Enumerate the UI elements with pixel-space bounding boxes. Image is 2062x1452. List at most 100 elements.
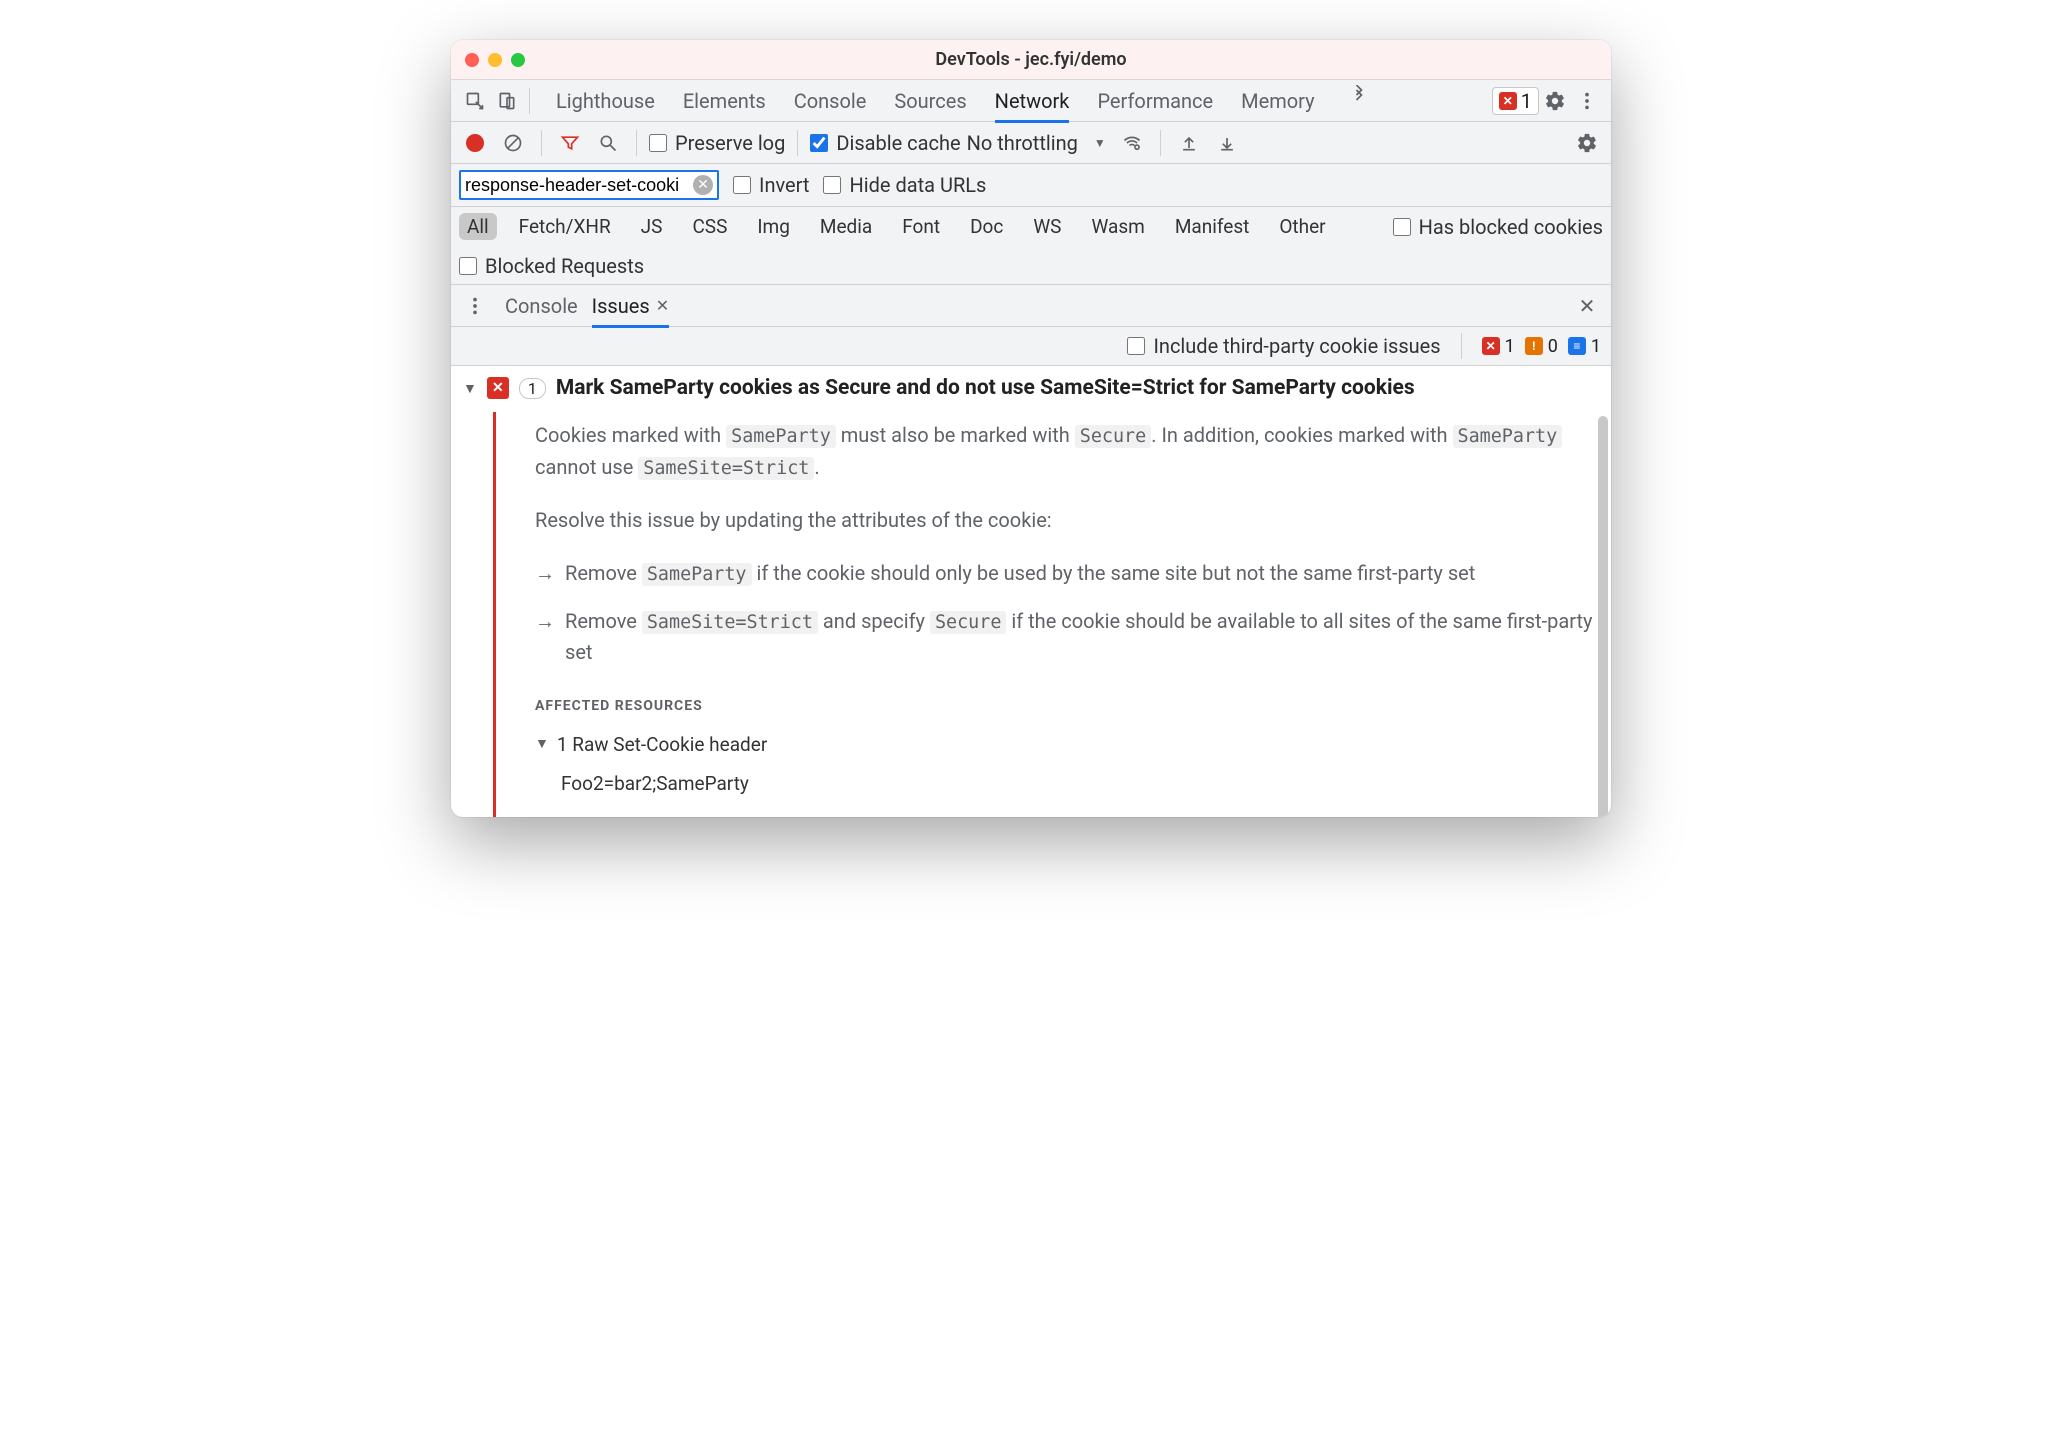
issue-count-badges: ✕ 1 ! 0 ≡ 1 [1482, 336, 1601, 357]
separator [636, 130, 637, 156]
issue-count-pill: 1 [519, 378, 546, 399]
arrow-icon: → [535, 558, 555, 590]
type-other[interactable]: Other [1271, 213, 1333, 240]
affected-value: Foo2=bar2;SameParty [561, 769, 1593, 798]
error-count: 1 [1505, 336, 1515, 357]
has-blocked-label: Has blocked cookies [1419, 215, 1603, 239]
inspect-element-icon[interactable] [459, 86, 491, 116]
download-har-icon[interactable] [1211, 128, 1243, 158]
throttling-value: No throttling [967, 131, 1078, 155]
tab-performance[interactable]: Performance [1097, 80, 1213, 122]
close-drawer-icon[interactable]: ✕ [1571, 291, 1603, 321]
disable-cache-checkbox[interactable]: Disable cache [810, 131, 960, 155]
code-secure: Secure [930, 611, 1006, 634]
network-conditions-icon[interactable] [1116, 128, 1148, 158]
has-blocked-cookies-checkbox[interactable]: Has blocked cookies [1393, 215, 1603, 239]
type-font[interactable]: Font [894, 213, 948, 240]
search-icon[interactable] [592, 128, 624, 158]
disclosure-triangle-icon[interactable]: ▼ [535, 734, 549, 756]
kebab-menu-icon[interactable] [1571, 86, 1603, 116]
window-title: DevTools - jec.fyi/demo [451, 49, 1611, 70]
hide-data-urls-label: Hide data URLs [849, 173, 986, 197]
panel-tab-row: Lighthouse Elements Console Sources Netw… [451, 80, 1611, 122]
error-icon: ✕ [1499, 92, 1517, 110]
disable-cache-label: Disable cache [836, 131, 960, 155]
error-count: 1 [1521, 89, 1532, 113]
record-button[interactable] [459, 128, 491, 158]
more-tabs-icon[interactable] [1343, 80, 1375, 110]
type-all[interactable]: All [459, 213, 497, 240]
code-samesite-strict: SameSite=Strict [638, 457, 814, 480]
tab-console[interactable]: Console [794, 80, 867, 122]
type-media[interactable]: Media [812, 213, 880, 240]
upload-har-icon[interactable] [1173, 128, 1205, 158]
drawer-tab-console[interactable]: Console [505, 285, 578, 327]
tab-memory[interactable]: Memory [1241, 80, 1314, 122]
type-css[interactable]: CSS [684, 213, 735, 240]
affected-resources: ▼ 1 Raw Set-Cookie header Foo2=bar2;Same… [535, 730, 1593, 799]
error-icon: ✕ [487, 377, 509, 399]
include-third-party-checkbox[interactable]: Include third-party cookie issues [1127, 334, 1440, 358]
info-badge[interactable]: ≡ 1 [1568, 336, 1601, 357]
separator [797, 130, 798, 156]
warning-count: 0 [1548, 336, 1558, 357]
blocked-requests-label: Blocked Requests [485, 254, 644, 278]
disclosure-triangle-icon[interactable]: ▼ [463, 380, 477, 397]
type-img[interactable]: Img [749, 213, 798, 240]
close-tab-icon[interactable]: ✕ [656, 296, 669, 315]
tab-network[interactable]: Network [995, 80, 1070, 122]
error-badge[interactable]: ✕ 1 [1482, 336, 1515, 357]
issues-options-row: Include third-party cookie issues ✕ 1 ! … [451, 327, 1611, 366]
drawer-tab-row: Console Issues ✕ ✕ [451, 285, 1611, 327]
zoom-window-button[interactable] [511, 53, 525, 67]
devtools-window: DevTools - jec.fyi/demo Lighthouse Eleme… [451, 40, 1611, 817]
issue-bullet: → Remove SameSite=Strict and specify Sec… [535, 606, 1593, 669]
code-sameparty: SameParty [642, 563, 752, 586]
close-window-button[interactable] [465, 53, 479, 67]
type-wasm[interactable]: Wasm [1083, 213, 1152, 240]
issue-paragraph: Cookies marked with SameParty must also … [535, 420, 1593, 483]
error-count-badge[interactable]: ✕ 1 [1492, 87, 1539, 115]
hide-data-urls-checkbox[interactable]: Hide data URLs [823, 173, 986, 197]
type-ws[interactable]: WS [1025, 213, 1069, 240]
tab-lighthouse[interactable]: Lighthouse [556, 80, 655, 122]
issue-header[interactable]: ▼ ✕ 1 Mark SameParty cookies as Secure a… [463, 376, 1593, 400]
tab-elements[interactable]: Elements [683, 80, 766, 122]
code-samesite-strict: SameSite=Strict [642, 611, 818, 634]
error-icon: ✕ [1482, 337, 1500, 355]
preserve-log-label: Preserve log [675, 131, 785, 155]
drawer-tab-issues[interactable]: Issues ✕ [592, 285, 669, 327]
code-secure: Secure [1075, 425, 1151, 448]
clear-filter-icon[interactable]: ✕ [693, 175, 713, 195]
affected-row[interactable]: ▼ 1 Raw Set-Cookie header [535, 730, 1593, 759]
toggle-device-icon[interactable] [491, 86, 523, 116]
code-sameparty: SameParty [726, 425, 836, 448]
scrollbar[interactable] [1598, 416, 1608, 817]
severity-bar [493, 412, 496, 817]
warning-badge[interactable]: ! 0 [1525, 336, 1558, 357]
filter-icon[interactable] [554, 128, 586, 158]
type-js[interactable]: JS [633, 213, 671, 240]
type-fetch-xhr[interactable]: Fetch/XHR [511, 213, 619, 240]
throttling-select[interactable]: No throttling ▼ [967, 131, 1110, 155]
drawer-menu-icon[interactable] [459, 291, 491, 321]
blocked-requests-checkbox[interactable]: Blocked Requests [459, 254, 644, 278]
code-sameparty: SameParty [1453, 425, 1563, 448]
minimize-window-button[interactable] [488, 53, 502, 67]
issue-paragraph: Resolve this issue by updating the attri… [535, 505, 1593, 536]
clear-icon[interactable] [497, 128, 529, 158]
affected-row-label: 1 Raw Set-Cookie header [557, 730, 767, 759]
invert-checkbox[interactable]: Invert [733, 173, 809, 197]
preserve-log-checkbox[interactable]: Preserve log [649, 131, 785, 155]
network-settings-icon[interactable] [1571, 128, 1603, 158]
settings-icon[interactable] [1539, 86, 1571, 116]
filter-input[interactable] [465, 175, 693, 196]
type-doc[interactable]: Doc [962, 213, 1011, 240]
type-manifest[interactable]: Manifest [1167, 213, 1258, 240]
filter-input-wrap[interactable]: ✕ [459, 170, 719, 200]
info-count: 1 [1591, 336, 1601, 357]
network-toolbar: Preserve log Disable cache No throttling… [451, 122, 1611, 164]
separator [529, 88, 530, 114]
issue-title: Mark SameParty cookies as Secure and do … [556, 376, 1415, 400]
tab-sources[interactable]: Sources [894, 80, 966, 122]
